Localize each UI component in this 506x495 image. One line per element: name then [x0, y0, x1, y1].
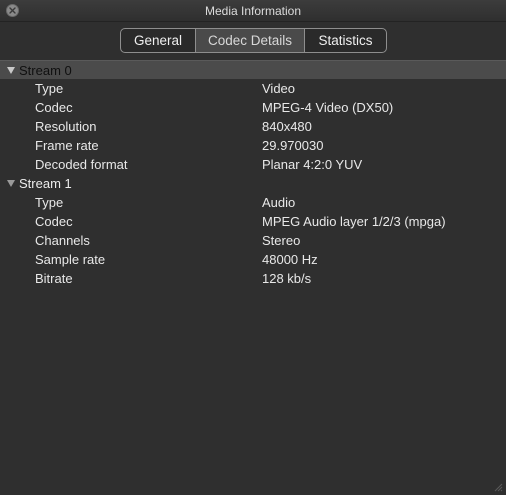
stream-1-header[interactable]: Stream 1: [0, 174, 506, 193]
row-value: Video: [262, 81, 296, 96]
row-value: Audio: [262, 195, 296, 210]
stream-1-row-type[interactable]: Type Audio: [0, 193, 506, 212]
row-key: Resolution: [35, 119, 97, 134]
stream-0-row-resolution[interactable]: Resolution 840x480: [0, 117, 506, 136]
row-value: MPEG Audio layer 1/2/3 (mpga): [262, 214, 446, 229]
toolbar: General Codec Details Statistics: [0, 22, 506, 60]
stream-0-row-decoded-format[interactable]: Decoded format Planar 4:2:0 YUV: [0, 155, 506, 174]
row-value: 29.970030: [262, 138, 324, 153]
row-value: Stereo: [262, 233, 301, 248]
row-key: Decoded format: [35, 157, 128, 172]
row-value: 128 kb/s: [262, 271, 312, 286]
row-key: Frame rate: [35, 138, 99, 153]
stream-0-header[interactable]: Stream 0: [0, 60, 506, 79]
window-title: Media Information: [204, 4, 302, 18]
disclosure-triangle-icon[interactable]: [7, 67, 15, 74]
stream-1-row-codec[interactable]: Codec MPEG Audio layer 1/2/3 (mpga): [0, 212, 506, 231]
row-key: Type: [35, 195, 64, 210]
tab-statistics[interactable]: Statistics: [304, 29, 386, 52]
row-key: Codec: [35, 100, 73, 115]
stream-1-label: Stream 1: [19, 176, 72, 191]
stream-0-label: Stream 0: [19, 63, 72, 78]
row-key: Type: [35, 81, 64, 96]
stream-0-row-frame-rate[interactable]: Frame rate 29.970030: [0, 136, 506, 155]
tab-bar: General Codec Details Statistics: [120, 28, 387, 53]
row-value: Planar 4:2:0 YUV: [262, 157, 363, 172]
stream-1-row-bitrate[interactable]: Bitrate 128 kb/s: [0, 269, 506, 288]
stream-1-row-channels[interactable]: Channels Stereo: [0, 231, 506, 250]
codec-details-tree: Stream 0 Type Video Codec MPEG-4 Video (…: [0, 60, 506, 495]
row-value: MPEG-4 Video (DX50): [262, 100, 394, 115]
row-key: Bitrate: [35, 271, 73, 286]
title-bar[interactable]: Media Information: [0, 0, 506, 22]
row-value: 840x480: [262, 119, 312, 134]
disclosure-triangle-icon[interactable]: [7, 180, 15, 187]
tab-codec-details[interactable]: Codec Details: [195, 29, 304, 52]
stream-0-row-codec[interactable]: Codec MPEG-4 Video (DX50): [0, 98, 506, 117]
stream-0-row-type[interactable]: Type Video: [0, 79, 506, 98]
row-key: Sample rate: [35, 252, 106, 267]
tab-general[interactable]: General: [121, 29, 195, 52]
media-information-window: Media Information General Codec Details …: [0, 0, 506, 495]
resize-grip-icon[interactable]: [493, 482, 503, 492]
row-key: Codec: [35, 214, 73, 229]
stream-1-row-sample-rate[interactable]: Sample rate 48000 Hz: [0, 250, 506, 269]
row-value: 48000 Hz: [262, 252, 318, 267]
row-key: Channels: [35, 233, 90, 248]
